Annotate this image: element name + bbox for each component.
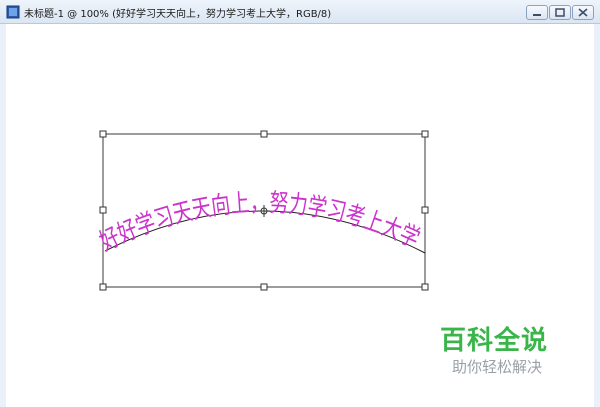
photoshop-document-window: 未标题-1 @ 100% (好好学习天天向上，努力学习考上大学，RGB/8) 好… bbox=[0, 0, 600, 407]
handle-top-center[interactable] bbox=[260, 130, 268, 138]
document-icon bbox=[6, 5, 20, 19]
maximize-button[interactable] bbox=[549, 5, 571, 20]
watermark-subtitle: 助你轻松解决 bbox=[452, 358, 543, 376]
handle-top-right[interactable] bbox=[421, 130, 429, 138]
watermark: 百科全说 助你轻松解决 bbox=[440, 320, 580, 380]
handle-bottom-center[interactable] bbox=[260, 283, 268, 291]
watermark-title: 百科全说 bbox=[440, 326, 549, 356]
handle-bottom-left[interactable] bbox=[99, 283, 107, 291]
close-button[interactable] bbox=[572, 5, 594, 20]
warped-text[interactable]: 好好学习天天向上，努力学习考上大学 bbox=[95, 188, 424, 256]
maximize-icon bbox=[555, 8, 565, 17]
warped-text-content: 好好学习天天向上，努力学习考上大学 bbox=[95, 188, 424, 256]
minimize-button[interactable] bbox=[526, 5, 548, 20]
handle-middle-left[interactable] bbox=[99, 206, 107, 214]
handle-middle-right[interactable] bbox=[421, 206, 429, 214]
minimize-icon bbox=[533, 14, 541, 16]
handle-top-left[interactable] bbox=[99, 130, 107, 138]
window-title: 未标题-1 @ 100% (好好学习天天向上，努力学习考上大学，RGB/8) bbox=[24, 9, 332, 20]
handle-bottom-right[interactable] bbox=[421, 283, 429, 291]
close-icon bbox=[578, 8, 588, 17]
title-bar[interactable]: 未标题-1 @ 100% (好好学习天天向上，努力学习考上大学，RGB/8) bbox=[0, 0, 600, 24]
